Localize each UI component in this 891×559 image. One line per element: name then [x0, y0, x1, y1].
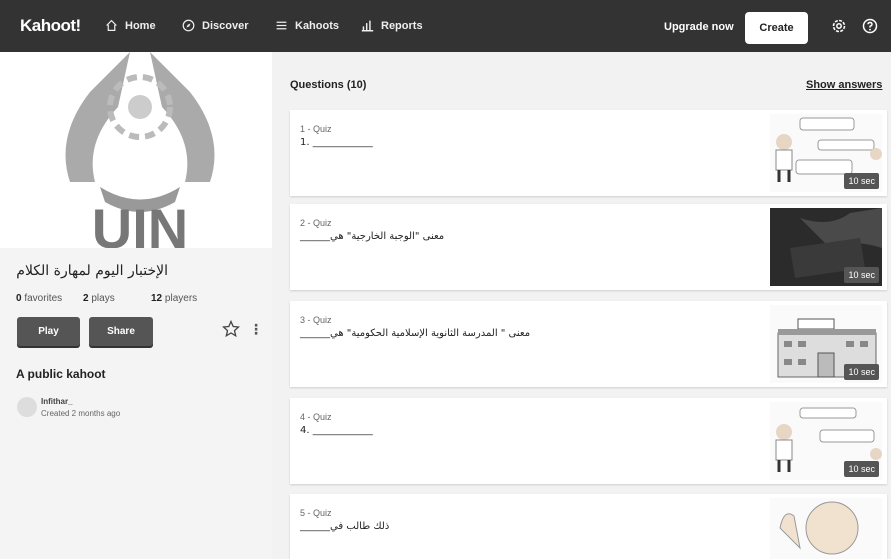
created-date: Created 2 months ago: [41, 409, 121, 418]
cover-text: UIN: [92, 197, 188, 248]
show-answers-link[interactable]: Show answers: [806, 79, 882, 91]
visibility-label: A public kahoot: [16, 367, 106, 381]
nav-kahoots[interactable]: Kahoots: [275, 19, 339, 32]
nav-reports[interactable]: Reports: [361, 19, 423, 32]
compass-icon: [182, 19, 195, 32]
create-button[interactable]: Create: [745, 12, 808, 44]
question-thumbnail: 10 sec: [770, 305, 882, 383]
bar-chart-icon: [361, 20, 374, 32]
question-card[interactable]: 3 - Quiz ______معنى " المدرسة الثانوية ا…: [290, 301, 887, 387]
question-card[interactable]: 1 - Quiz 1. ____________ 10 sec: [290, 110, 887, 196]
question-thumbnail: 10 sec: [770, 114, 882, 192]
plays-label: plays: [91, 293, 115, 304]
question-text: ______ذلك طالب في: [300, 521, 390, 532]
time-limit-badge: 10 sec: [844, 173, 879, 189]
nav-reports-label: Reports: [381, 19, 423, 32]
favorites-label: favorites: [24, 293, 63, 304]
home-icon: [106, 19, 117, 31]
question-type: 1 - Quiz: [300, 124, 332, 134]
author-username[interactable]: Infithar_: [41, 397, 73, 406]
cartoon-waving-character-image: [779, 501, 859, 555]
uin-logo-image: UIN: [65, 52, 215, 248]
share-button[interactable]: Share: [89, 317, 153, 346]
nav-home[interactable]: Home: [105, 19, 156, 32]
kahoot-details-panel: UIN الإختبار اليوم لمهارة الكلام 0 favor…: [0, 52, 272, 559]
question-type: 3 - Quiz: [300, 315, 332, 325]
nav-discover-label: Discover: [202, 19, 249, 32]
question-text: 4. ____________: [300, 425, 373, 436]
upgrade-now-link[interactable]: Upgrade now: [664, 21, 734, 33]
nav-kahoots-label: Kahoots: [295, 19, 339, 32]
list-icon: [276, 21, 287, 30]
time-limit-badge: 10 sec: [844, 267, 879, 283]
nav-discover[interactable]: Discover: [182, 19, 248, 32]
favorites-count: 0: [16, 293, 22, 304]
kahoot-cover-image: UIN: [0, 52, 272, 248]
time-limit-badge: 10 sec: [844, 364, 879, 380]
help-icon[interactable]: [862, 18, 878, 34]
players-count: 12: [151, 293, 163, 304]
question-text: 1. ____________: [300, 137, 373, 148]
questions-header: Questions (10): [290, 79, 367, 91]
author-avatar[interactable]: [17, 397, 37, 417]
star-favorite-icon[interactable]: [222, 320, 240, 338]
top-navigation-bar: Kahoot! Home Discover Kahoots Reports Up…: [0, 0, 891, 52]
question-thumbnail: [770, 498, 882, 559]
question-thumbnail: 10 sec: [770, 402, 882, 480]
question-text: ______معنى "الوجبة الخارجية" هي: [300, 231, 445, 242]
question-card[interactable]: 2 - Quiz ______معنى "الوجبة الخارجية" هي…: [290, 204, 887, 290]
kahoot-title: الإختبار اليوم لمهارة الكلام: [16, 263, 168, 279]
question-type: 5 - Quiz: [300, 508, 332, 518]
nav-home-label: Home: [125, 19, 156, 32]
plays-count: 2: [83, 293, 89, 304]
time-limit-badge: 10 sec: [844, 461, 879, 477]
settings-gear-icon[interactable]: [831, 18, 847, 34]
question-text: ______معنى " المدرسة الثانوية الإسلامية …: [300, 328, 531, 339]
question-thumbnail: 10 sec: [770, 208, 882, 286]
question-type: 2 - Quiz: [300, 218, 332, 228]
question-type: 4 - Quiz: [300, 412, 332, 422]
more-options-icon[interactable]: ⋮: [249, 322, 263, 338]
players-label: players: [164, 293, 198, 304]
question-card[interactable]: 5 - Quiz ______ذلك طالب في: [290, 494, 887, 559]
kahoot-logo[interactable]: Kahoot!: [20, 16, 81, 36]
question-card[interactable]: 4 - Quiz 4. ____________ 10 sec: [290, 398, 887, 484]
play-button[interactable]: Play: [17, 317, 80, 346]
